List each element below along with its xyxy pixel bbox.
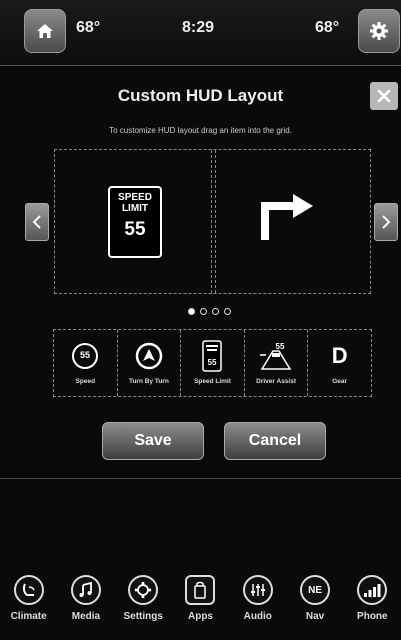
grid-cell-divider	[215, 150, 216, 293]
nav-item-phone[interactable]: Phone	[344, 575, 401, 640]
music-note-icon	[79, 582, 92, 597]
compass-heading: NE	[308, 584, 322, 596]
nav-label: Audio	[243, 611, 272, 622]
settings-icon-frame	[128, 575, 159, 605]
close-button[interactable]	[370, 82, 398, 110]
chevron-left-icon	[32, 215, 41, 229]
nav-label: Climate	[10, 611, 47, 622]
cancel-button[interactable]: Cancel	[224, 422, 326, 460]
previous-page-button[interactable]	[25, 203, 49, 241]
speed-icon-value: 55	[80, 350, 90, 360]
driver-assist-icon-value: 55	[276, 342, 285, 351]
status-bar: 68° 8:29 68°	[0, 0, 401, 66]
tray-label: Turn By Turn	[128, 378, 169, 385]
media-icon-frame	[70, 575, 101, 605]
bottom-nav-bar: Climate Media Settings Apps Audio NE Nav…	[0, 575, 401, 640]
clock: 8:29	[182, 19, 215, 36]
settings-button[interactable]	[358, 9, 400, 53]
close-icon	[377, 89, 391, 103]
page-dot	[224, 308, 231, 315]
driver-temperature[interactable]: 68°	[76, 19, 100, 37]
instructions-text: To customize HUD layout drag an item int…	[109, 126, 292, 135]
compass-icon-frame: NE	[300, 575, 331, 605]
apps-icon-frame	[185, 575, 216, 605]
content-divider	[0, 478, 401, 479]
climate-icon-frame	[13, 575, 44, 605]
nav-item-apps[interactable]: Apps	[172, 575, 229, 640]
gear-indicator-value: D	[331, 343, 348, 368]
speedometer-icon: 55	[72, 343, 99, 369]
page-title: Custom HUD Layout	[117, 86, 284, 105]
navigation-arrow-icon	[135, 342, 163, 370]
nav-item-audio[interactable]: Audio	[229, 575, 286, 640]
chevron-right-icon	[382, 215, 391, 229]
signal-strength-icon	[364, 584, 381, 597]
hud-layout-grid[interactable]: SPEED LIMIT 55	[54, 149, 371, 294]
nav-label: Nav	[305, 611, 325, 622]
nav-item-settings[interactable]: Settings	[115, 575, 172, 640]
hud-item-tray: 55 Speed Turn By Turn 55 Speed Limit 55 …	[53, 329, 372, 397]
settings-gear-icon	[135, 581, 152, 599]
page-dot	[200, 308, 207, 315]
driver-assist-icon: 55	[260, 342, 292, 370]
tray-label: Driver Assist	[256, 378, 297, 385]
speed-sign-label: SPEED	[118, 192, 152, 203]
status-divider	[0, 65, 401, 66]
speed-limit-sign[interactable]: SPEED LIMIT 55	[108, 186, 162, 258]
tray-item-gear[interactable]: D Gear	[308, 330, 371, 396]
nav-item-nav[interactable]: NE Nav	[286, 575, 343, 640]
audio-icon-frame	[242, 575, 273, 605]
nav-label: Phone	[357, 611, 388, 622]
turn-right-arrow-icon[interactable]	[255, 190, 317, 242]
speed-sign-label: LIMIT	[121, 203, 149, 214]
tray-label: Gear	[332, 378, 348, 385]
next-page-button[interactable]	[374, 203, 398, 241]
tray-item-turn-by-turn[interactable]: Turn By Turn	[118, 330, 182, 396]
speed-limit-sign-icon: 55	[202, 340, 223, 372]
nav-label: Settings	[123, 611, 163, 622]
tray-item-speed-limit[interactable]: 55 Speed Limit	[181, 330, 245, 396]
grid-cell-divider	[211, 150, 212, 293]
nav-item-climate[interactable]: Climate	[0, 575, 57, 640]
speed-limit-icon-value: 55	[208, 358, 217, 367]
speed-sign-value: 55	[124, 219, 146, 240]
tray-label: Speed	[75, 378, 96, 385]
nav-item-media[interactable]: Media	[57, 575, 114, 640]
tray-item-driver-assist[interactable]: 55 Driver Assist	[245, 330, 309, 396]
nav-label: Apps	[187, 611, 213, 622]
page-dot	[212, 308, 219, 315]
page-indicator	[188, 308, 231, 315]
page-dot	[188, 308, 195, 315]
tray-item-speed[interactable]: 55 Speed	[54, 330, 118, 396]
passenger-temperature[interactable]: 68°	[315, 19, 339, 37]
home-icon	[37, 24, 53, 38]
nav-label: Media	[71, 611, 101, 622]
gear-icon	[370, 22, 388, 40]
home-button[interactable]	[24, 9, 66, 53]
equalizer-icon	[250, 584, 265, 596]
apps-bag-icon	[194, 581, 207, 599]
tray-label: Speed Limit	[194, 378, 231, 385]
phone-icon-frame	[357, 575, 388, 605]
climate-seat-icon	[22, 583, 35, 596]
save-button[interactable]: Save	[102, 422, 204, 460]
